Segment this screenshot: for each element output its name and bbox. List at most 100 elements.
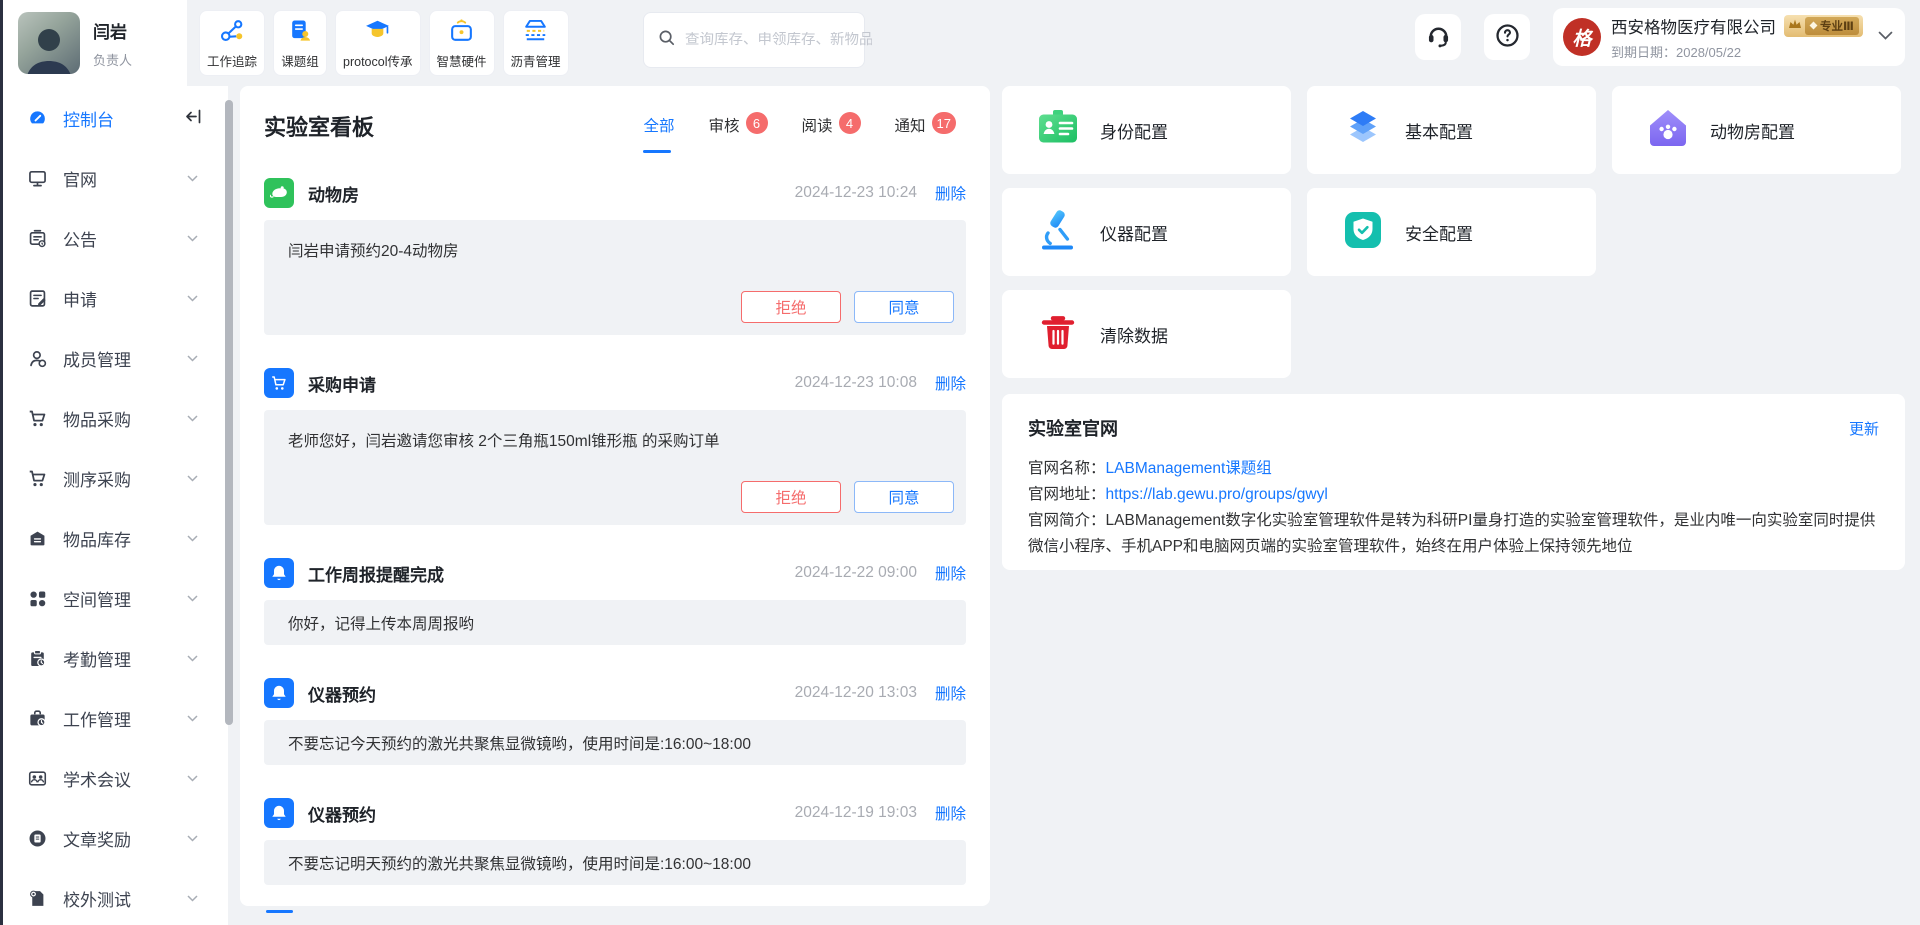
reject-button[interactable]: 拒绝 [741, 481, 841, 513]
config-security[interactable]: 安全配置 [1307, 188, 1596, 276]
notification-card: 工作周报提醒完成 2024-12-22 09:00 删除 你好，记得上传本周周报… [264, 558, 966, 645]
app-label: protocol传承 [343, 51, 412, 70]
bell-icon [264, 798, 294, 828]
org-name: 西安格物医疗有限公司 [1611, 14, 1776, 38]
doc-gear-icon [27, 888, 48, 909]
clipboard-clock-icon [27, 648, 48, 669]
sidebar-item-announcement[interactable]: 公告 [0, 208, 228, 268]
sidebar-item-external-test[interactable]: 校外测试 [0, 868, 228, 925]
website-url-link[interactable]: https://lab.gewu.pro/groups/gwyl [1106, 486, 1328, 503]
sidebar-item-attendance[interactable]: 考勤管理 [0, 628, 228, 688]
sidebar-item-dashboard[interactable]: 控制台 [0, 88, 228, 148]
expire-date: 到期日期：2028/05/22 [1611, 42, 1868, 61]
delete-link[interactable]: 删除 [935, 802, 966, 824]
chevron-down-icon [187, 589, 198, 607]
app-asphalt[interactable]: 沥青管理 [503, 10, 569, 76]
notification-body: 老师您好，闫岩邀请您审核 2个三角瓶150ml锥形瓶 的采购订单 拒绝 同意 [264, 410, 966, 525]
app-smart-hardware[interactable]: 智慧硬件 [429, 10, 495, 76]
tab-notice[interactable]: 通知17 [895, 114, 956, 136]
user-profile[interactable]: 闫岩 负责人 [0, 0, 187, 86]
approve-button[interactable]: 同意 [854, 291, 954, 323]
smart-hardware-icon [448, 17, 475, 49]
delete-link[interactable]: 删除 [935, 182, 966, 204]
plan-level: 专业Ⅲ [1820, 18, 1854, 34]
update-link[interactable]: 更新 [1849, 418, 1879, 439]
notification-card: 仪器预约 2024-12-19 19:03 删除 不要忘记明天预约的激光共聚焦显… [264, 798, 966, 885]
notification-title: 采购申请 [308, 371, 376, 396]
tab-review[interactable]: 审核6 [708, 114, 767, 136]
config-grid: 身份配置 基本配置 动物房配置 仪器配置 安全配置 清除数据 [1002, 86, 1901, 378]
window-edge [0, 0, 3, 925]
grid-shapes-icon [27, 588, 48, 609]
sidebar: 控制台 官网 公告 申请 成员管理 [0, 86, 228, 925]
chevron-down-icon [187, 349, 198, 367]
notification-title: 工作周报提醒完成 [308, 561, 444, 586]
app-label: 智慧硬件 [437, 51, 487, 70]
approve-button[interactable]: 同意 [854, 481, 954, 513]
asphalt-road-icon [522, 17, 549, 49]
chevron-down-icon [187, 169, 198, 187]
person-photo-silhouette [18, 18, 80, 74]
website-desc-text: LABManagement数字化实验室管理软件是转为科研PI量身打造的实验室管理… [1028, 512, 1875, 555]
article-circle-icon [27, 828, 48, 849]
chevron-down-icon [187, 769, 198, 787]
user-name: 闫岩 [93, 18, 132, 43]
lab-board-panel: 实验室看板 全部 审核6 阅读4 通知17 动物房 2024-12-23 10:… [240, 86, 990, 906]
search-input[interactable] [685, 32, 872, 48]
review-count-badge: 6 [746, 112, 768, 134]
reject-button[interactable]: 拒绝 [741, 291, 841, 323]
topic-group-icon [287, 17, 314, 49]
sidebar-item-members[interactable]: 成员管理 [0, 328, 228, 388]
sidebar-item-conference[interactable]: 学术会议 [0, 748, 228, 808]
support-button[interactable] [1415, 14, 1461, 60]
sidebar-item-work[interactable]: 工作管理 [0, 688, 228, 748]
website-desc-row: 官网简介：LABManagement数字化实验室管理软件是转为科研PI量身打造的… [1028, 508, 1879, 560]
sidebar-item-apply[interactable]: 申请 [0, 268, 228, 328]
config-instrument[interactable]: 仪器配置 [1002, 188, 1291, 276]
sidebar-item-inventory[interactable]: 物品库存 [0, 508, 228, 568]
board-tabs: 全部 审核6 阅读4 通知17 [643, 110, 966, 136]
chevron-down-icon [187, 409, 198, 427]
sidebar-item-item-purchase[interactable]: 物品采购 [0, 388, 228, 448]
config-identity[interactable]: 身份配置 [1002, 86, 1291, 174]
sidebar-item-space[interactable]: 空间管理 [0, 568, 228, 628]
help-button[interactable] [1484, 14, 1530, 60]
notification-card: 采购申请 2024-12-23 10:08 删除 老师您好，闫岩邀请您审核 2个… [264, 368, 966, 525]
sidebar-scrollbar[interactable] [225, 100, 233, 725]
config-basic[interactable]: 基本配置 [1307, 86, 1596, 174]
delete-link[interactable]: 删除 [935, 562, 966, 584]
microscope-icon [1036, 208, 1080, 257]
crown-icon [1788, 17, 1802, 35]
config-animal-room[interactable]: 动物房配置 [1612, 86, 1901, 174]
chevron-down-icon [187, 469, 198, 487]
website-name-link[interactable]: LABManagement课题组 [1106, 460, 1272, 477]
app-protocol[interactable]: protocol传承 [335, 10, 420, 76]
tab-read[interactable]: 阅读4 [802, 114, 861, 136]
sidebar-collapse-button[interactable] [184, 108, 203, 128]
notification-body: 不要忘记明天预约的激光共聚焦显微镜哟，使用时间是:16:00~18:00 [264, 840, 966, 885]
chevron-down-icon [187, 709, 198, 727]
lab-website-card: 实验室官网 更新 官网名称：LABManagement课题组 官网地址：http… [1002, 394, 1905, 570]
organization-switcher[interactable]: 格 西安格物医疗有限公司 专业Ⅲ 到期日期：2028/05/22 [1553, 8, 1905, 66]
delete-link[interactable]: 删除 [935, 682, 966, 704]
notification-title: 仪器预约 [308, 801, 376, 826]
website-url-row: 官网地址：https://lab.gewu.pro/groups/gwyl [1028, 482, 1879, 508]
question-icon [1494, 22, 1521, 52]
sidebar-item-website[interactable]: 官网 [0, 148, 228, 208]
config-clear-data[interactable]: 清除数据 [1002, 290, 1291, 378]
form-pencil-icon [27, 288, 48, 309]
app-topic-group[interactable]: 课题组 [273, 10, 327, 76]
global-search [643, 12, 865, 68]
topbar-right: 格 西安格物医疗有限公司 专业Ⅲ 到期日期：2028/05/22 [1415, 8, 1905, 66]
tab-all[interactable]: 全部 [643, 114, 674, 136]
chevron-down-icon [187, 229, 198, 247]
person-icon [27, 348, 48, 369]
notification-body: 不要忘记今天预约的激光共聚焦显微镜哟，使用时间是:16:00~18:00 [264, 720, 966, 765]
app-work-track[interactable]: 工作追踪 [199, 10, 265, 76]
notification-time: 2024-12-23 10:08 [795, 374, 917, 392]
sidebar-item-seq-purchase[interactable]: 测序采购 [0, 448, 228, 508]
shield-check-icon [1341, 208, 1385, 257]
sidebar-item-article-reward[interactable]: 文章奖励 [0, 808, 228, 868]
page-title: 实验室看板 [264, 110, 374, 142]
delete-link[interactable]: 删除 [935, 372, 966, 394]
